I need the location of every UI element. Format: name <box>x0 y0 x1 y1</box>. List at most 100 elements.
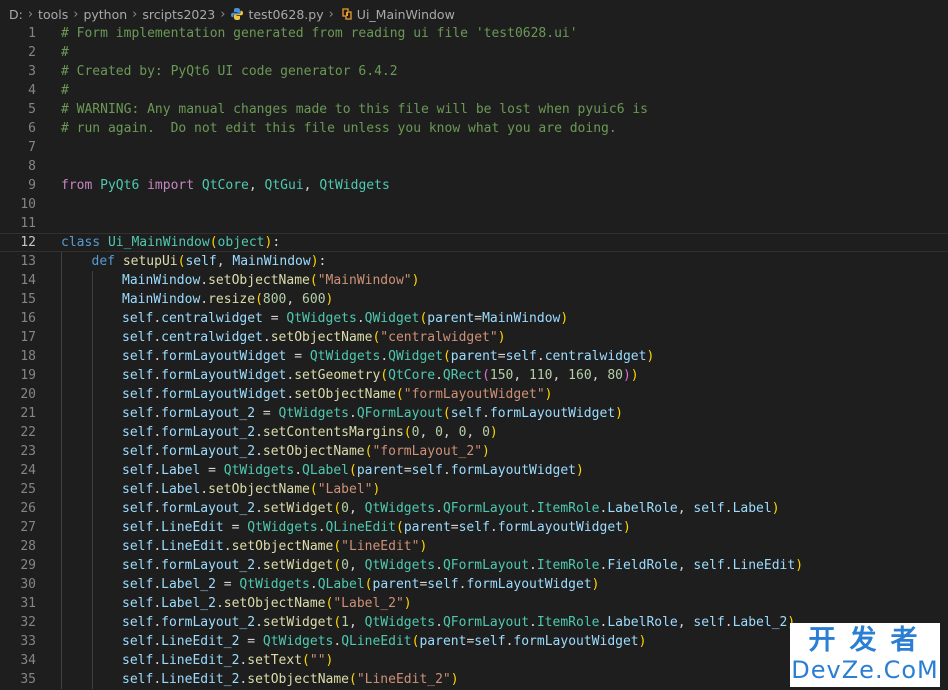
code-line[interactable]: 26 self.formLayout_2.setWidget(0, QtWidge… <box>0 499 948 518</box>
code-token: 1 <box>341 615 349 630</box>
code-token: . <box>529 558 537 573</box>
indent-guide <box>91 404 93 423</box>
indent-guide <box>61 328 62 347</box>
indent-guide <box>91 328 93 347</box>
code-line[interactable]: 22 self.formLayout_2.setContentsMargins(0… <box>0 423 948 442</box>
code-line[interactable]: 24 self.Label = QtWidgets.QLabel(parent=s… <box>0 461 948 480</box>
code-token: parent <box>427 311 475 326</box>
code-token: = <box>497 349 506 364</box>
breadcrumb-folder-python[interactable]: python <box>83 7 127 22</box>
indent-guide <box>91 613 93 632</box>
code-token: . <box>309 577 318 592</box>
code-token: QLineEdit <box>341 634 412 649</box>
code-token: . <box>349 406 357 421</box>
code-line[interactable]: 17 self.centralwidget.setObjectName("cent… <box>0 328 948 347</box>
code-token: setObjectName <box>208 482 310 497</box>
code-token: LineEdit_2 <box>161 672 240 687</box>
code-line[interactable]: 14 MainWindow.setObjectName("MainWindow") <box>0 271 948 290</box>
indent-guide <box>91 461 93 480</box>
line-number: 11 <box>20 216 36 231</box>
line-number: 16 <box>20 311 36 326</box>
code-token: self <box>122 330 154 345</box>
breadcrumb-folder-srcipts2023[interactable]: srcipts2023 <box>142 7 215 22</box>
code-token: = <box>450 520 459 535</box>
code-token: "" <box>309 653 326 668</box>
indent-guide <box>91 347 93 366</box>
code-line[interactable]: 27 self.LineEdit = QtWidgets.QLineEdit(pa… <box>0 518 948 537</box>
code-token: . <box>536 349 545 364</box>
code-line[interactable]: 8 <box>0 157 948 176</box>
code-token: . <box>153 615 162 630</box>
indent-guide <box>91 556 93 575</box>
indent-guide <box>61 632 62 651</box>
code-line[interactable]: 25 self.Label.setObjectName("Label") <box>0 480 948 499</box>
breadcrumb-folder-tools[interactable]: tools <box>38 7 68 22</box>
code-token: self <box>122 596 154 611</box>
code-line[interactable]: 31 self.Label_2.setObjectName("Label_2") <box>0 594 948 613</box>
line-number: 21 <box>20 406 36 421</box>
code-token: . <box>215 596 224 611</box>
code-token: 150 <box>489 368 514 383</box>
code-line[interactable]: 3 # Created by: PyQt6 UI code generator 6… <box>0 62 948 81</box>
indent-guide <box>61 385 62 404</box>
watermark-bottom-text: DevZe.CoM <box>791 656 939 684</box>
code-token: ) <box>622 368 631 383</box>
code-token: . <box>153 653 162 668</box>
code-token: . <box>153 596 162 611</box>
code-token: QFormLayout <box>356 406 443 421</box>
code-token: formLayout_2 <box>161 406 256 421</box>
code-line[interactable]: 10 <box>0 195 948 214</box>
code-line[interactable]: 21 self.formLayout_2 = QtWidgets.QFormLay… <box>0 404 948 423</box>
code-line[interactable]: 5 # WARNING: Any manual changes made to t… <box>0 100 948 119</box>
code-line[interactable]: 29 self.formLayout_2.setWidget(0, QtWidge… <box>0 556 948 575</box>
chevron-right-icon: › <box>132 6 138 22</box>
code-line[interactable]: 7 <box>0 138 948 157</box>
code-line[interactable]: 16 self.centralwidget = QtWidgets.QWidget… <box>0 309 948 328</box>
code-text: # WARNING: Any manual changes made to th… <box>61 100 648 119</box>
code-line[interactable]: 12 class Ui_MainWindow(object): <box>0 233 948 252</box>
code-token: . <box>153 577 162 592</box>
code-token: . <box>153 634 162 649</box>
indent-guide <box>61 537 62 556</box>
code-line[interactable]: 6 # run again. Do not edit this file unle… <box>0 119 948 138</box>
code-line[interactable]: 1 # Form implementation generated from re… <box>0 24 948 43</box>
code-token: . <box>435 368 443 383</box>
code-token: . <box>153 387 162 402</box>
code-line[interactable]: 23 self.formLayout_2.setObjectName("formL… <box>0 442 948 461</box>
code-line[interactable]: 2 # <box>0 43 948 62</box>
indent-guide <box>91 423 93 442</box>
code-line[interactable]: 11 <box>0 214 948 233</box>
line-number: 20 <box>20 387 36 402</box>
code-editor[interactable]: 1 # Form implementation generated from re… <box>0 24 948 690</box>
breadcrumb-file-label: test0628.py <box>248 6 324 22</box>
code-token: self <box>693 501 725 516</box>
code-token: , <box>248 178 265 193</box>
code-token: parent <box>372 577 420 592</box>
code-line[interactable]: 15 MainWindow.resize(800, 600) <box>0 290 948 309</box>
code-line[interactable]: 18 self.formLayoutWidget = QtWidgets.QWid… <box>0 347 948 366</box>
code-token: self <box>505 349 537 364</box>
code-line[interactable]: 9 from PyQt6 import QtCore, QtGui, QtWidg… <box>0 176 948 195</box>
breadcrumb-symbol[interactable]: Ui_MainWindow <box>339 7 455 22</box>
code-line[interactable]: 30 self.Label_2 = QtWidgets.QLabel(parent… <box>0 575 948 594</box>
code-token: resize <box>208 292 256 307</box>
indent-guide <box>61 670 62 689</box>
code-line[interactable]: 19 self.formLayoutWidget.setGeometry(QtCo… <box>0 366 948 385</box>
breadcrumb-drive[interactable]: D: <box>9 7 23 22</box>
code-line[interactable]: 28 self.LineEdit.setObjectName("LineEdit"… <box>0 537 948 556</box>
code-line[interactable]: 20 self.formLayoutWidget.setObjectName("f… <box>0 385 948 404</box>
code-text: self.Label_2.setObjectName("Label_2") <box>122 594 412 613</box>
code-line[interactable]: 13 def setupUi(self, MainWindow): <box>0 252 948 271</box>
breadcrumb-file[interactable]: test0628.py <box>230 6 324 22</box>
code-token: formLayoutWidget <box>489 406 616 421</box>
code-token: 0 <box>341 501 349 516</box>
code-token: formLayout_2 <box>161 615 256 630</box>
code-token: . <box>153 501 162 516</box>
indent-guide <box>91 594 93 613</box>
code-token: . <box>255 615 263 630</box>
code-line[interactable]: 4 # <box>0 81 948 100</box>
code-token: QtWidgets <box>286 311 357 326</box>
indent-guide <box>61 575 62 594</box>
code-token: ( <box>442 406 451 421</box>
